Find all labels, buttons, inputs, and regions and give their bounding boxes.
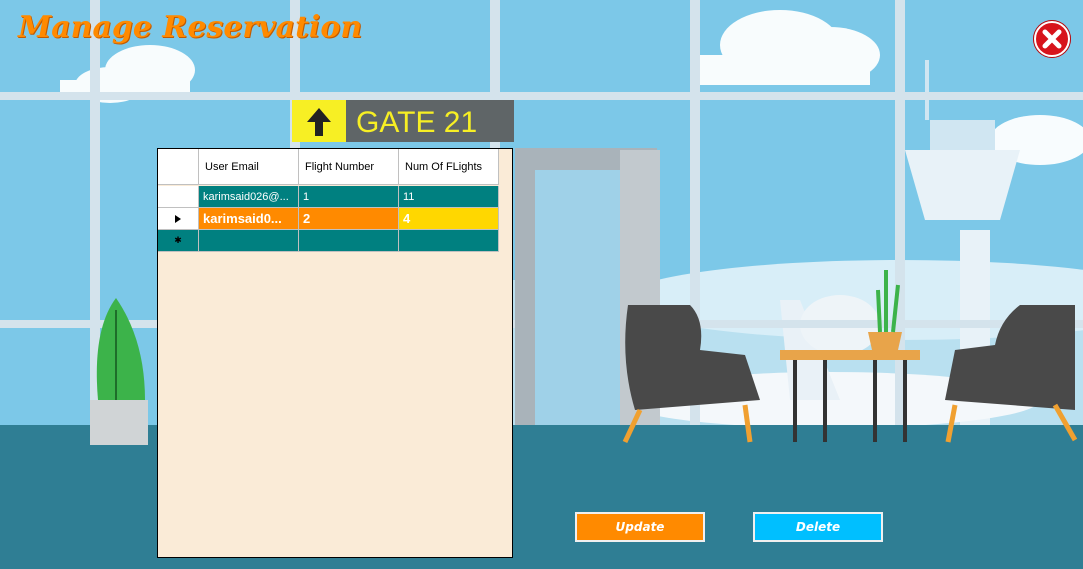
gate-sign-text: GATE 21 — [356, 106, 477, 139]
grid-header-row: User Email Flight Number Num Of FLights — [158, 149, 499, 185]
cell-flight-number[interactable]: 2 — [299, 208, 399, 230]
cell-flight-number[interactable] — [299, 230, 399, 252]
row-header[interactable] — [158, 186, 199, 208]
reservations-grid[interactable]: User Email Flight Number Num Of FLights … — [157, 148, 513, 558]
close-button[interactable] — [1033, 20, 1071, 58]
table-row-new[interactable]: ✱ — [158, 230, 499, 252]
page-title: Manage Reservation — [18, 10, 363, 45]
cell-user-email[interactable]: karimsaid026@... — [199, 186, 299, 208]
column-header-num-of-flights[interactable]: Num Of FLights — [399, 149, 499, 185]
row-pointer-icon — [175, 214, 181, 223]
cell-user-email[interactable] — [199, 230, 299, 252]
row-header[interactable] — [158, 208, 199, 230]
table-row[interactable]: karimsaid026@... 1 11 — [158, 186, 499, 208]
cell-user-email[interactable]: karimsaid0... — [199, 208, 299, 230]
column-header-flight-number[interactable]: Flight Number — [299, 149, 399, 185]
update-button[interactable]: Update — [575, 512, 705, 542]
cell-flight-number[interactable]: 1 — [299, 186, 399, 208]
cell-num-of-flights[interactable]: 4 — [399, 208, 499, 230]
new-row-icon: ✱ — [174, 235, 182, 245]
delete-button[interactable]: Delete — [753, 512, 883, 542]
row-header[interactable]: ✱ — [158, 230, 199, 252]
cell-num-of-flights[interactable]: 11 — [399, 186, 499, 208]
close-icon — [1034, 21, 1070, 57]
cell-num-of-flights[interactable] — [399, 230, 499, 252]
column-header-user-email[interactable]: User Email — [199, 149, 299, 185]
row-header-corner — [158, 149, 199, 185]
table-row-selected[interactable]: karimsaid0... 2 4 — [158, 208, 499, 230]
